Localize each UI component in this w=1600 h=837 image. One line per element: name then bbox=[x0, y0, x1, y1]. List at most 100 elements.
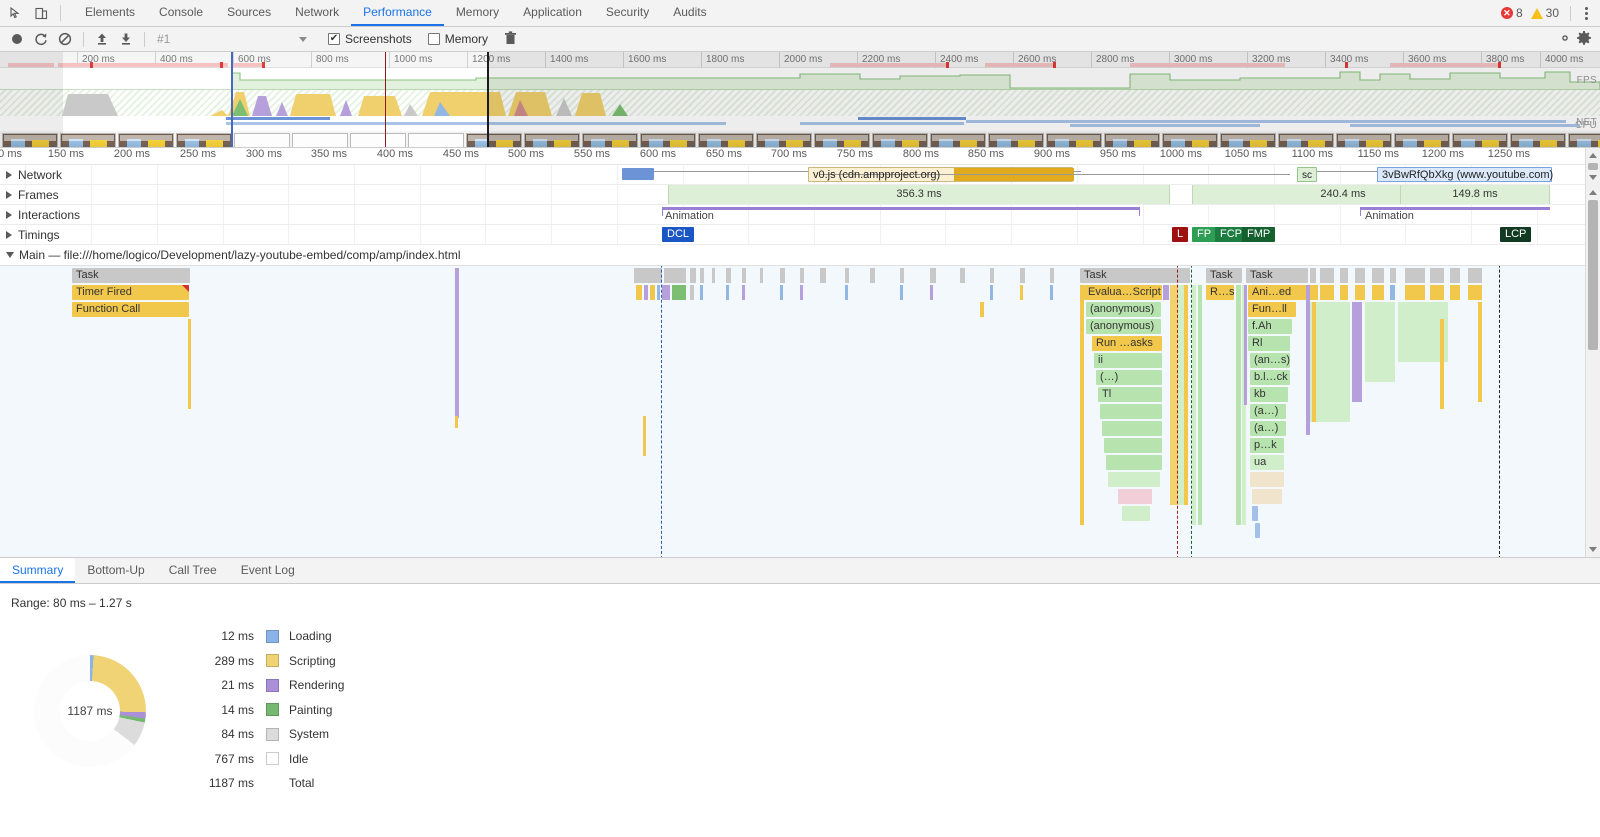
timeline-flame-area[interactable]: 0 ms 150 ms 200 ms 250 ms 300 ms 350 ms … bbox=[0, 148, 1600, 558]
flame-bar[interactable]: Task bbox=[1080, 268, 1190, 283]
flame-bar[interactable]: ua bbox=[1250, 455, 1284, 470]
flame-bar[interactable]: p…k bbox=[1250, 438, 1284, 453]
flame-bar[interactable]: (…) bbox=[1096, 370, 1162, 385]
flame-bar[interactable]: (an…s) bbox=[1250, 353, 1290, 368]
filmstrip-thumbnail[interactable] bbox=[60, 132, 116, 147]
warning-count-badge[interactable]: 30 bbox=[1528, 6, 1562, 20]
flame-bar[interactable]: (a…) bbox=[1250, 404, 1286, 419]
more-options-icon[interactable] bbox=[1579, 6, 1594, 20]
tab-audits[interactable]: Audits bbox=[661, 0, 718, 26]
tab-application[interactable]: Application bbox=[511, 0, 594, 26]
track-timings[interactable]: Timings DCL L FP FCP FMP LCP bbox=[0, 225, 1600, 245]
tab-elements[interactable]: Elements bbox=[73, 0, 147, 26]
overview-selection-handle-left[interactable] bbox=[231, 52, 233, 147]
timing-marker-fmp[interactable]: FMP bbox=[1242, 227, 1276, 242]
network-request-pill[interactable]: 3vBwRfQbXkg (www.youtube.com) bbox=[1377, 167, 1553, 182]
screenshots-checkbox[interactable]: Screenshots bbox=[328, 32, 412, 46]
flame-scrollbar[interactable] bbox=[1585, 148, 1600, 557]
tab-memory[interactable]: Memory bbox=[444, 0, 511, 26]
flame-bar[interactable]: Run …asks bbox=[1092, 336, 1162, 351]
filmstrip-thumbnail[interactable] bbox=[350, 132, 406, 147]
collapse-triangle-icon[interactable] bbox=[6, 252, 14, 258]
track-header[interactable]: Frames bbox=[0, 185, 59, 205]
flame-bar[interactable]: Task bbox=[1246, 268, 1308, 283]
scrollbar-thumb-small[interactable] bbox=[1588, 163, 1598, 170]
tab-security[interactable]: Security bbox=[594, 0, 661, 26]
tab-event-log[interactable]: Event Log bbox=[229, 558, 307, 583]
record-icon[interactable] bbox=[6, 29, 28, 49]
save-profile-icon[interactable] bbox=[115, 29, 137, 49]
track-header[interactable]: Interactions bbox=[0, 205, 80, 225]
filmstrip-thumbnail[interactable] bbox=[176, 132, 232, 147]
network-request-bar[interactable] bbox=[622, 168, 654, 180]
flame-bar[interactable] bbox=[1255, 523, 1260, 538]
overview-selection-handle-right[interactable] bbox=[487, 52, 489, 147]
scroll-up-arrow-icon[interactable] bbox=[1586, 148, 1600, 163]
flame-bar[interactable] bbox=[1100, 404, 1162, 419]
flame-bar[interactable] bbox=[1106, 455, 1162, 470]
flame-bar[interactable] bbox=[1122, 506, 1150, 521]
flame-bar[interactable]: Evalua…Script bbox=[1084, 285, 1162, 300]
flame-bar[interactable]: (anonymous) bbox=[1086, 319, 1161, 334]
animation-bar[interactable] bbox=[662, 207, 1140, 210]
tab-network[interactable]: Network bbox=[283, 0, 351, 26]
flame-bar[interactable] bbox=[1102, 421, 1162, 436]
tab-console[interactable]: Console bbox=[147, 0, 215, 26]
flame-bar[interactable] bbox=[1118, 489, 1152, 504]
expand-triangle-icon[interactable] bbox=[6, 231, 12, 239]
flame-bar[interactable]: Task bbox=[1206, 268, 1242, 283]
timing-marker-l[interactable]: L bbox=[1172, 227, 1189, 242]
flame-bar[interactable]: kb bbox=[1250, 387, 1288, 402]
legend-row-loading[interactable]: 12 ms Loading bbox=[180, 624, 344, 649]
flame-bar[interactable] bbox=[1108, 472, 1160, 487]
timing-marker-dcl[interactable]: DCL bbox=[662, 227, 695, 242]
legend-row-idle[interactable]: 767 ms Idle bbox=[180, 747, 344, 772]
track-interactions[interactable]: Interactions Animation Animation bbox=[0, 205, 1600, 225]
flame-bar[interactable] bbox=[1252, 489, 1282, 504]
timing-marker-lcp[interactable]: LCP bbox=[1500, 227, 1532, 242]
filmstrip-thumbnail[interactable] bbox=[118, 132, 174, 147]
flame-bar[interactable]: Function Call bbox=[72, 302, 189, 317]
track-frames[interactable]: Frames 356.3 ms 240.4 ms 149.8 ms bbox=[0, 185, 1600, 205]
scroll-up-arrow-icon-2[interactable] bbox=[1586, 185, 1600, 200]
tab-summary[interactable]: Summary bbox=[0, 558, 76, 583]
expand-triangle-icon[interactable] bbox=[6, 171, 12, 179]
error-count-badge[interactable]: ✕ 8 bbox=[1498, 6, 1526, 20]
flame-bar[interactable]: ii bbox=[1094, 353, 1162, 368]
flame-bar[interactable]: Fun…ll bbox=[1248, 302, 1296, 317]
track-network[interactable]: Network v0.js (cdn.ampproject.org) sc 3v… bbox=[0, 165, 1600, 185]
filmstrip-thumbnail[interactable] bbox=[408, 132, 464, 147]
track-header[interactable]: Timings bbox=[0, 225, 60, 245]
flame-bar[interactable] bbox=[1104, 438, 1162, 453]
tab-performance[interactable]: Performance bbox=[351, 0, 444, 26]
device-toolbar-icon[interactable] bbox=[33, 5, 50, 22]
scrollbar-thumb[interactable] bbox=[1588, 200, 1598, 350]
track-header[interactable]: Main — file:///home/logico/Development/l… bbox=[0, 245, 461, 265]
flame-bar[interactable]: R…s bbox=[1206, 285, 1234, 300]
flame-bar[interactable]: Tl bbox=[1098, 387, 1162, 402]
flame-bar[interactable]: (a…) bbox=[1250, 421, 1286, 436]
clear-recording-icon[interactable] bbox=[54, 29, 76, 49]
filmstrip-thumbnail[interactable] bbox=[234, 132, 290, 147]
track-main[interactable]: Main — file:///home/logico/Development/l… bbox=[0, 245, 1600, 266]
tab-bottom-up[interactable]: Bottom-Up bbox=[75, 558, 156, 583]
legend-row-system[interactable]: 84 ms System bbox=[180, 722, 344, 747]
filmstrip-thumbnail[interactable] bbox=[292, 132, 348, 147]
scroll-down-arrow-icon-2[interactable] bbox=[1586, 542, 1600, 557]
scroll-down-arrow-icon[interactable] bbox=[1586, 170, 1600, 185]
track-header[interactable]: Network bbox=[0, 165, 62, 185]
frame-block[interactable]: 149.8 ms bbox=[1400, 185, 1550, 204]
legend-row-scripting[interactable]: 289 ms Scripting bbox=[180, 649, 344, 674]
flame-bar[interactable]: f.Ah bbox=[1248, 319, 1292, 334]
flame-bar[interactable] bbox=[1250, 472, 1284, 487]
profile-select[interactable]: #1 bbox=[152, 30, 312, 49]
timing-marker-fp[interactable]: FP bbox=[1192, 227, 1217, 242]
legend-row-rendering[interactable]: 21 ms Rendering bbox=[180, 673, 344, 698]
expand-triangle-icon[interactable] bbox=[6, 211, 12, 219]
frame-block[interactable]: 356.3 ms bbox=[668, 185, 1170, 204]
flame-bar[interactable]: b.l…ck bbox=[1250, 370, 1290, 385]
legend-row-painting[interactable]: 14 ms Painting bbox=[180, 698, 344, 723]
flame-bar[interactable] bbox=[1252, 506, 1258, 521]
capture-settings-gear-icon[interactable] bbox=[1557, 30, 1594, 49]
expand-triangle-icon[interactable] bbox=[6, 191, 12, 199]
